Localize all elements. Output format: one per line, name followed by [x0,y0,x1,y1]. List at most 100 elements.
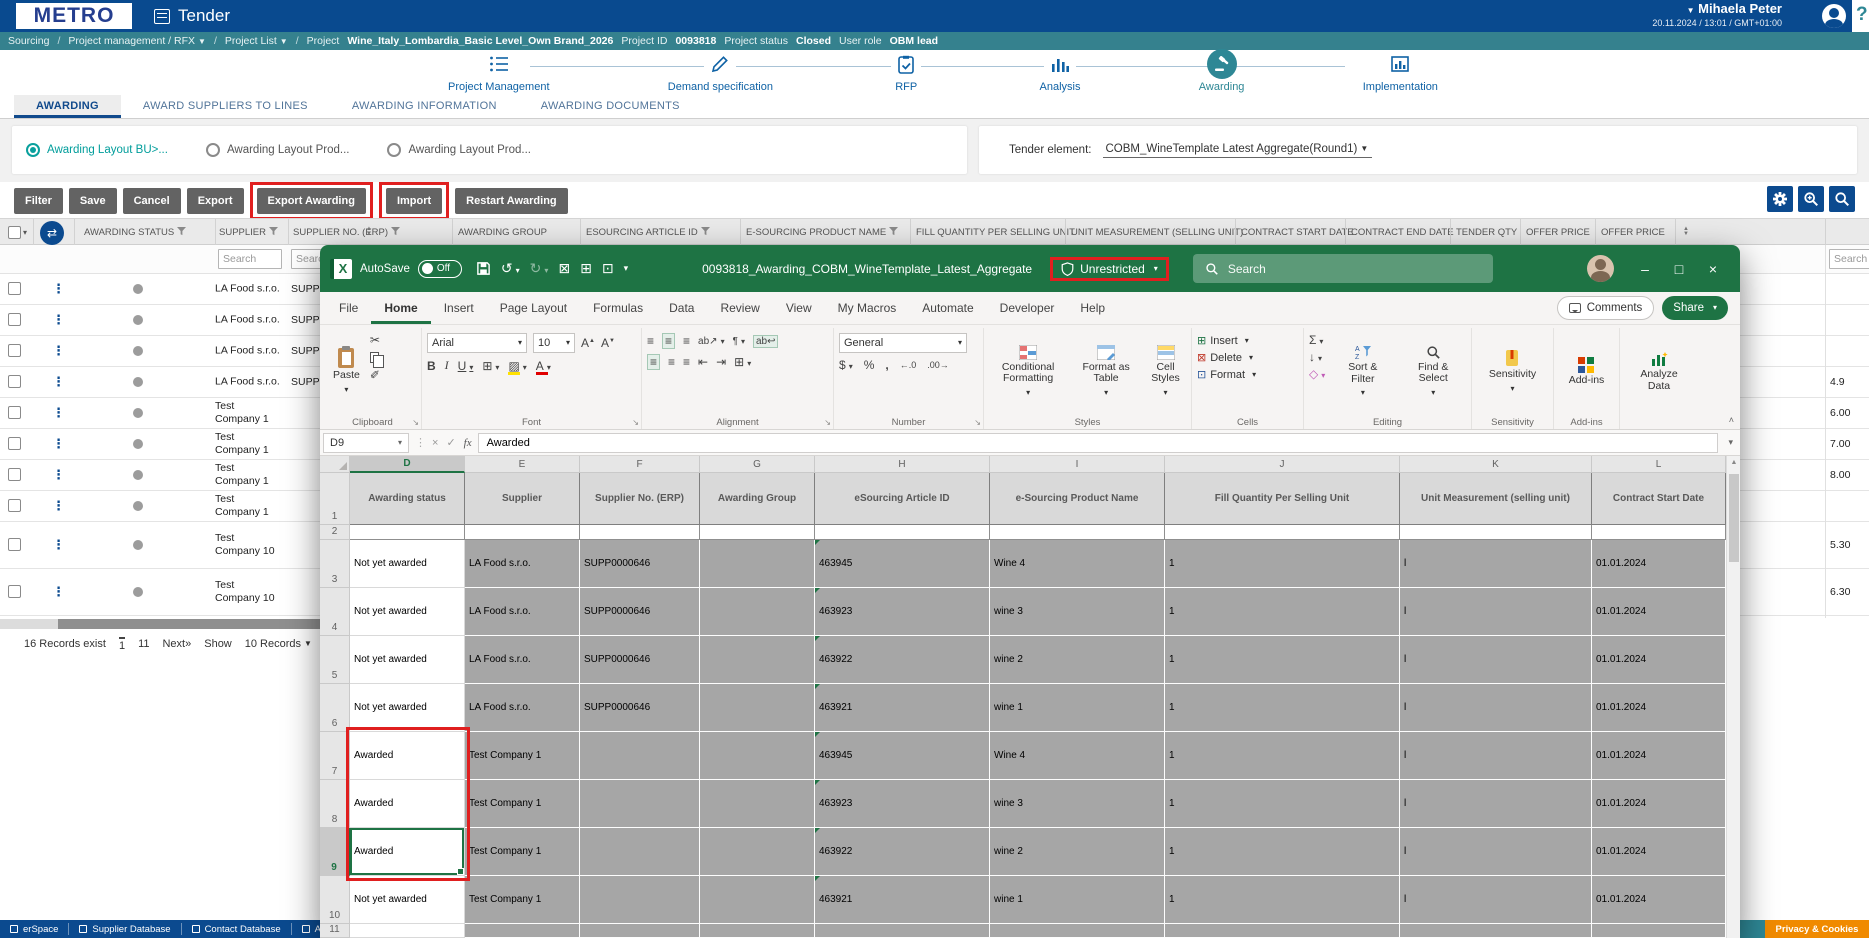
cell-K5[interactable]: l [1400,636,1592,684]
cell-I11[interactable] [990,924,1165,938]
cell-D10[interactable]: Not yet awarded [350,876,465,924]
format-as-table-button[interactable]: Format as Table▾ [1077,330,1135,413]
align-middle-icon[interactable]: ≡ [662,333,675,349]
page-size-select[interactable]: 10 Records▼ [245,638,312,650]
cell-J10[interactable]: 1 [1165,876,1400,924]
dialog-launcher-icon[interactable]: ↘ [824,418,831,427]
row-header-10[interactable]: 10 [320,876,350,924]
cell-styles-button[interactable]: Cell Styles▾ [1145,330,1186,413]
borders-icon[interactable]: ⊞▾ [482,359,499,373]
align-left-icon[interactable]: ≡ [647,354,660,370]
font-size-select[interactable]: 10▾ [533,333,575,353]
cell-L9[interactable]: 01.01.2024 [1592,828,1726,876]
row-header-4[interactable]: 4 [320,588,350,636]
cell-J3[interactable]: 1 [1165,540,1400,588]
cell-H1[interactable]: eSourcing Article ID [815,473,990,525]
merge-center-icon[interactable]: ⊞▾ [734,355,751,369]
column-header-unit-measurement-selling-unit-7[interactable]: UNIT MEASUREMENT (SELLING UNIT) [1071,219,1243,246]
cell-L2[interactable] [1592,525,1726,540]
step-rfp[interactable]: RFP [891,51,921,93]
cell-F11[interactable] [580,924,700,938]
row-header-6[interactable]: 6 [320,684,350,732]
cell-I8[interactable]: wine 3 [990,780,1165,828]
comma-style-icon[interactable]: , [885,358,888,372]
table-horizontal-scrollbar[interactable] [0,619,320,629]
cell-D9[interactable]: Awarded [350,828,465,876]
increase-font-icon[interactable]: A▲ [581,336,595,350]
row-header-2[interactable]: 2 [320,525,350,540]
cell-J9[interactable]: 1 [1165,828,1400,876]
filter-icon[interactable] [177,227,186,239]
settings-button[interactable] [1767,186,1793,212]
cell-F3[interactable]: SUPP0000646 [580,540,700,588]
insert-cells-button[interactable]: ⊞Insert▾ [1197,334,1298,347]
cell-I7[interactable]: Wine 4 [990,732,1165,780]
cell-I4[interactable]: wine 3 [990,588,1165,636]
cell-F4[interactable]: SUPP0000646 [580,588,700,636]
cell-J1[interactable]: Fill Quantity Per Selling Unit [1165,473,1400,525]
cell-L11[interactable] [1592,924,1726,938]
statusbar-item-supplier-database[interactable]: Supplier Database [69,923,181,935]
excel-search-box[interactable]: Search [1193,254,1493,283]
clear-icon[interactable]: ◇▾ [1309,368,1325,380]
radio-awarding-layout-prod-1[interactable]: Awarding Layout Prod... [206,143,350,157]
column-header-offer-price-12[interactable]: OFFER PRICE [1601,219,1665,246]
statusbar-item-erspace[interactable]: erSpace [0,923,69,935]
breadcrumb-segment[interactable]: Sourcing [8,35,49,47]
cancel-button[interactable]: Cancel [123,188,181,214]
ribbon-tab-developer[interactable]: Developer [987,292,1068,324]
select-all-corner[interactable] [320,456,350,473]
cell-K9[interactable]: l [1400,828,1592,876]
ribbon-tab-formulas[interactable]: Formulas [580,292,656,324]
cell-I10[interactable]: wine 1 [990,876,1165,924]
cell-G3[interactable] [700,540,815,588]
chevron-down-icon[interactable]: ▾ [23,228,27,237]
row-menu-icon[interactable]: ⋮ [52,346,65,356]
step-demand-specification[interactable]: Demand specification [668,51,773,93]
col-header-F[interactable]: F [580,456,700,473]
sensitivity-permission-button[interactable]: Unrestricted ▾ [1050,257,1169,281]
format-cells-button[interactable]: ⊡Format▾ [1197,368,1298,381]
column-header-awarding-status-0[interactable]: AWARDING STATUS [84,219,186,246]
cell-K10[interactable]: l [1400,876,1592,924]
cell-H6[interactable]: 463921 [815,684,990,732]
cell-I3[interactable]: Wine 4 [990,540,1165,588]
cell-H8[interactable]: 463923 [815,780,990,828]
ribbon-tab-insert[interactable]: Insert [431,292,487,324]
offer-search-input[interactable] [1829,249,1869,269]
cell-D2[interactable] [350,525,465,540]
cell-K8[interactable]: l [1400,780,1592,828]
form-icon[interactable]: ⊡ [602,260,614,277]
cell-I2[interactable] [990,525,1165,540]
radio-awarding-layout-bu[interactable]: Awarding Layout BU>... [26,143,168,157]
sort-arrows-icon[interactable]: ▲▼ [1683,227,1689,237]
sort-arrows-icon[interactable]: ▲▼ [366,227,372,237]
user-avatar[interactable] [1822,4,1846,28]
row-header-3[interactable]: 3 [320,540,350,588]
column-header-fill-quantity-per-selling-unit-6[interactable]: FILL QUANTITY PER SELLING UNIT [916,219,1075,246]
cell-H5[interactable]: 463922 [815,636,990,684]
orientation-icon[interactable]: ab↗▾ [698,336,725,347]
conditional-formatting-button[interactable]: Conditional Formatting▾ [989,330,1067,413]
cell-J7[interactable]: 1 [1165,732,1400,780]
cell-K11[interactable] [1400,924,1592,938]
align-top-icon[interactable]: ≡ [647,334,654,348]
row-menu-icon[interactable]: ⋮ [52,587,65,597]
col-header-E[interactable]: E [465,456,580,473]
cell-F8[interactable] [580,780,700,828]
column-header-esourcing-article-id-4[interactable]: ESOURCING ARTICLE ID [586,219,710,246]
column-header-offer-price-11[interactable]: OFFER PRICE [1526,219,1590,246]
export-awarding-button[interactable]: Export Awarding [257,188,366,214]
privacy-cookies-link[interactable]: Privacy & Cookies [1765,920,1869,938]
paste-button[interactable]: Paste▾ [329,330,364,413]
cell-G11[interactable] [700,924,815,938]
customize-qat-icon[interactable]: ▾ [624,263,629,274]
zoom-button[interactable] [1798,186,1824,212]
row-menu-icon[interactable]: ⋮ [52,315,65,325]
italic-icon[interactable]: I [445,358,449,373]
table-icon[interactable]: ⊞ [580,260,592,277]
metro-logo[interactable]: METRO [16,3,132,29]
cell-K2[interactable] [1400,525,1592,540]
cell-F9[interactable] [580,828,700,876]
delete-cells-icon[interactable]: ⊠ [558,260,570,277]
